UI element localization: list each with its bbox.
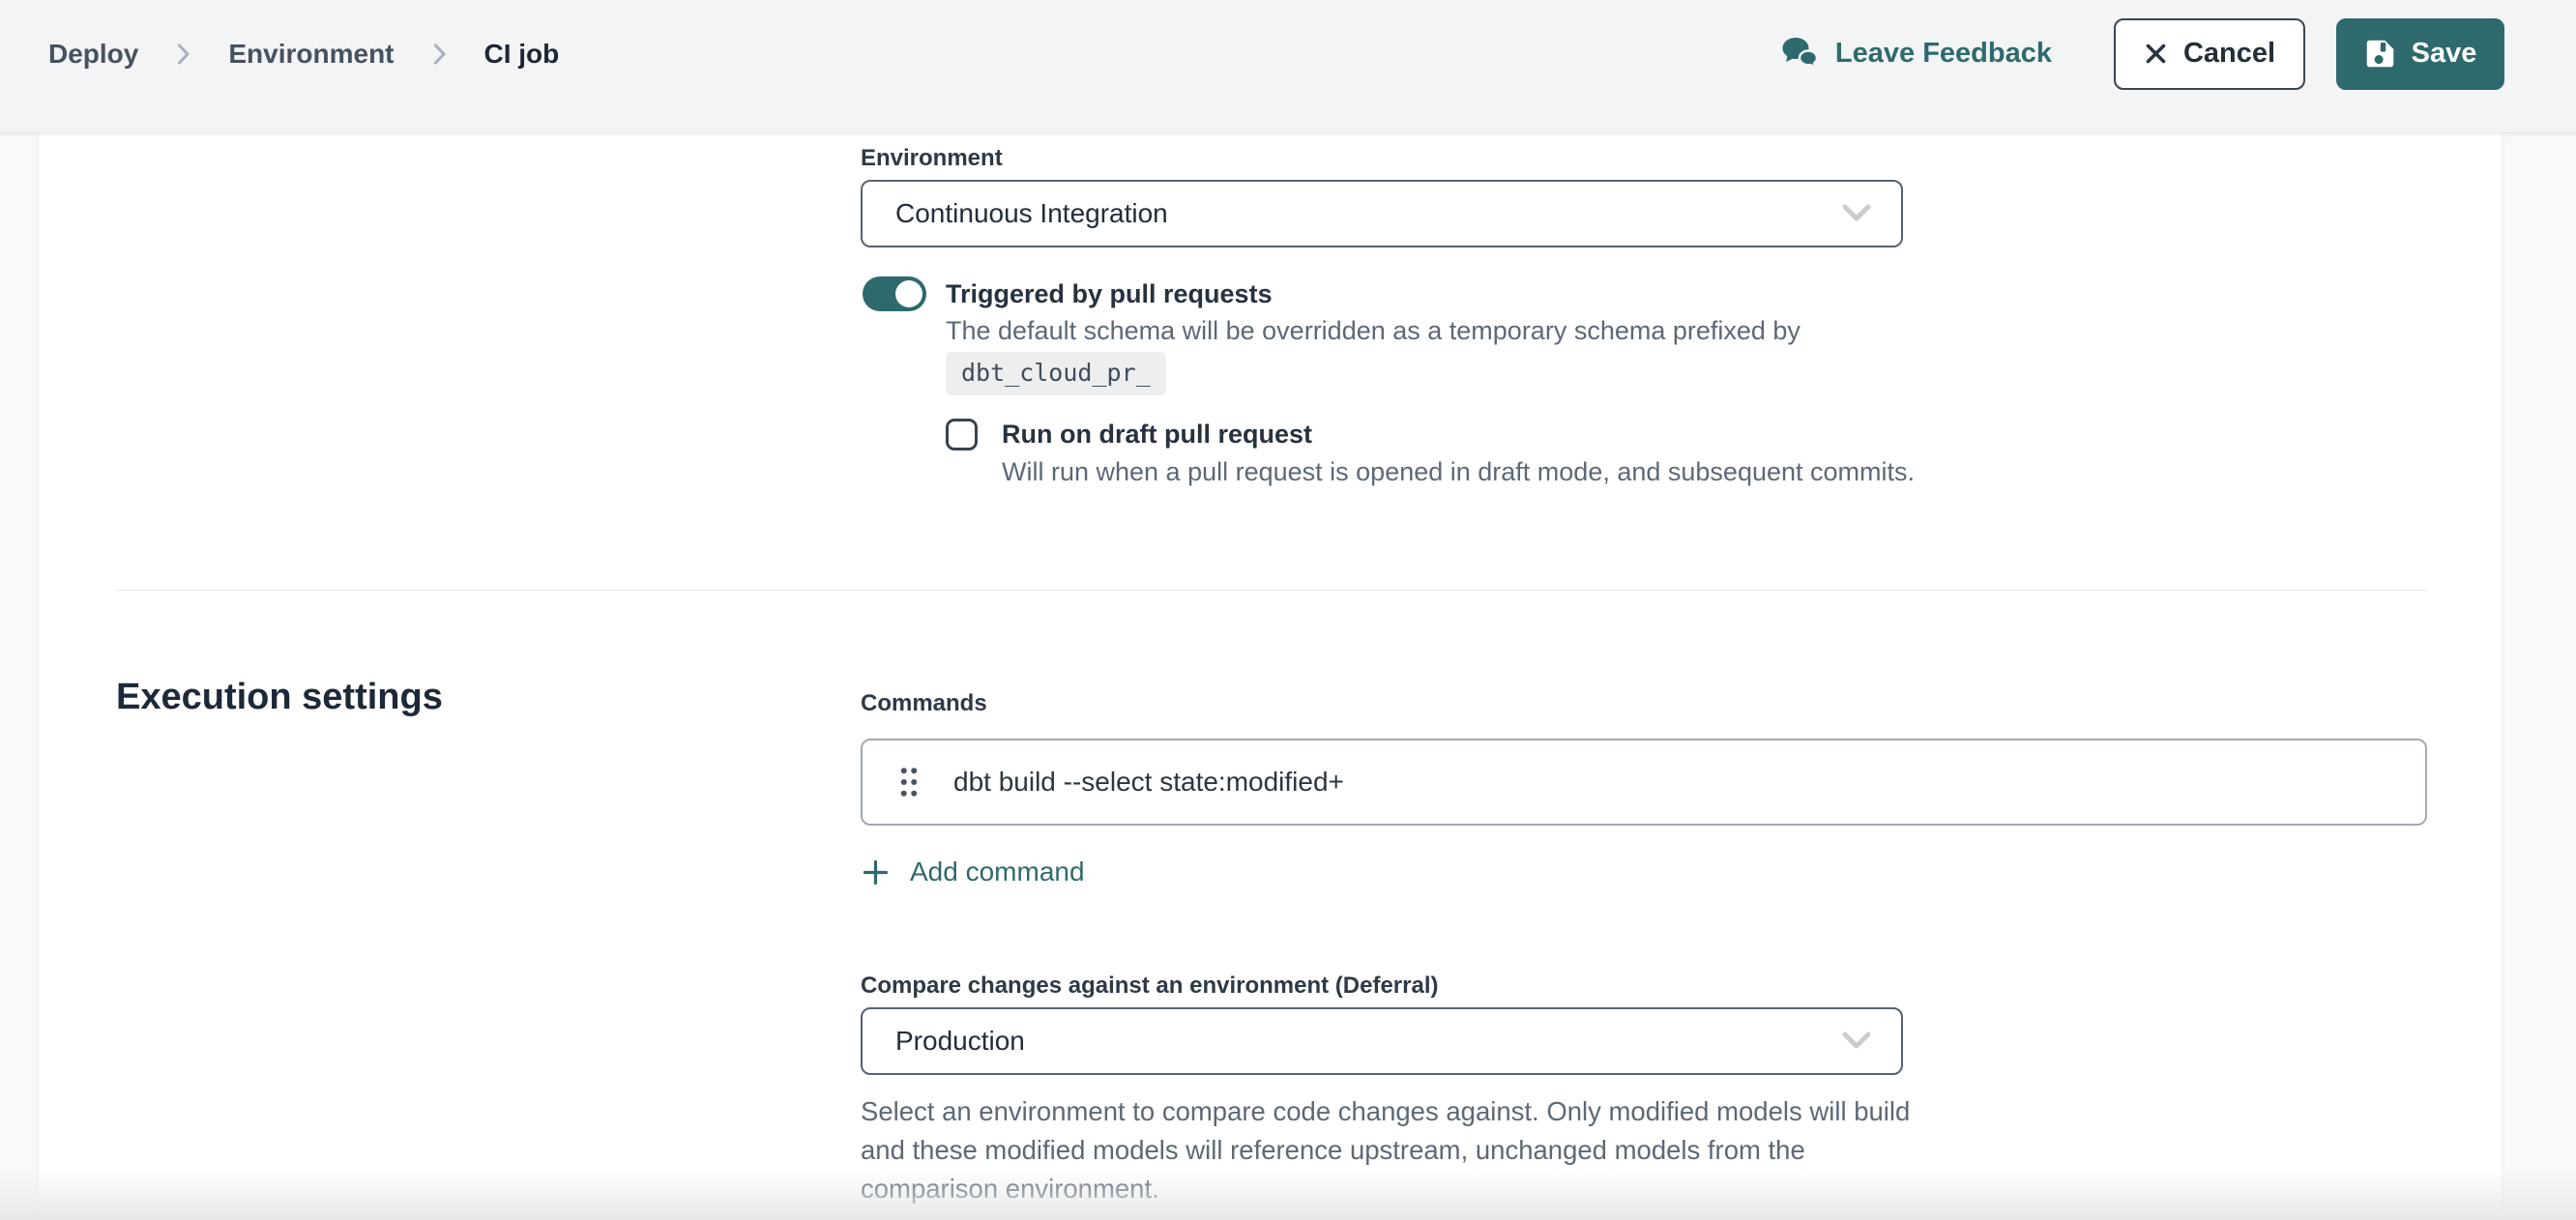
draft-pr-description: Will run when a pull request is opened i…	[1002, 454, 1915, 489]
schema-prefix-code-chip: dbt_cloud_pr_	[946, 352, 1166, 395]
deferral-help-line: and these modified models will reference…	[861, 1131, 1944, 1170]
deferral-help-line: comparison environment.	[861, 1170, 1944, 1208]
leave-feedback-link[interactable]: Leave Feedback	[1781, 37, 2052, 72]
page-body: Environment Continuous Integration Trigg…	[0, 133, 2576, 1220]
chevron-down-icon	[1839, 1031, 1874, 1052]
breadcrumb-item-deploy[interactable]: Deploy	[48, 39, 138, 70]
feedback-icon	[1781, 37, 1820, 72]
save-icon	[2364, 38, 2396, 70]
deferral-help-line: Select an environment to compare code ch…	[861, 1092, 1944, 1131]
top-header: Deploy Environment CI job Leave Feedback…	[0, 0, 2576, 133]
environment-select[interactable]: Continuous Integration	[861, 180, 1903, 247]
execution-settings-heading: Execution settings	[116, 677, 443, 718]
environment-select-value: Continuous Integration	[895, 198, 1168, 229]
breadcrumb-item-environment[interactable]: Environment	[228, 39, 394, 70]
cancel-button[interactable]: Cancel	[2114, 18, 2305, 90]
pr-trigger-title: Triggered by pull requests	[946, 276, 1273, 311]
plus-icon	[861, 857, 891, 887]
header-actions: Leave Feedback Cancel Save	[1781, 18, 2504, 90]
command-input[interactable]: dbt build --select state:modified+	[953, 767, 1344, 798]
chevron-right-icon	[431, 41, 448, 68]
section-divider	[116, 590, 2427, 591]
add-command-label: Add command	[910, 857, 1085, 887]
save-button-label: Save	[2412, 38, 2477, 70]
chevron-down-icon	[1839, 203, 1874, 224]
chevron-right-icon	[175, 41, 191, 68]
draft-pr-checkbox[interactable]	[946, 419, 978, 450]
pr-trigger-description: The default schema will be overridden as…	[946, 313, 1800, 348]
deferral-select[interactable]: Production	[861, 1007, 1903, 1075]
leave-feedback-label: Leave Feedback	[1835, 38, 2052, 70]
deferral-help-text: Select an environment to compare code ch…	[861, 1092, 1944, 1208]
drag-handle-icon[interactable]	[892, 756, 926, 808]
deferral-field-label: Compare changes against an environment (…	[861, 973, 1439, 1000]
close-icon	[2144, 42, 2168, 66]
draft-pr-title: Run on draft pull request	[1002, 418, 1312, 450]
deferral-select-value: Production	[895, 1026, 1025, 1057]
pr-trigger-toggle[interactable]	[863, 276, 926, 311]
cancel-button-label: Cancel	[2183, 38, 2275, 70]
environment-field-label: Environment	[861, 145, 1003, 172]
breadcrumb-item-ci-job: CI job	[484, 39, 560, 70]
job-settings-panel: Environment Continuous Integration Trigg…	[39, 133, 2502, 1220]
toggle-knob	[895, 280, 922, 307]
breadcrumb: Deploy Environment CI job	[48, 39, 559, 70]
commands-label: Commands	[861, 690, 987, 717]
add-command-button[interactable]: Add command	[861, 857, 1085, 887]
command-row[interactable]: dbt build --select state:modified+	[861, 739, 2427, 826]
save-button[interactable]: Save	[2336, 18, 2504, 90]
